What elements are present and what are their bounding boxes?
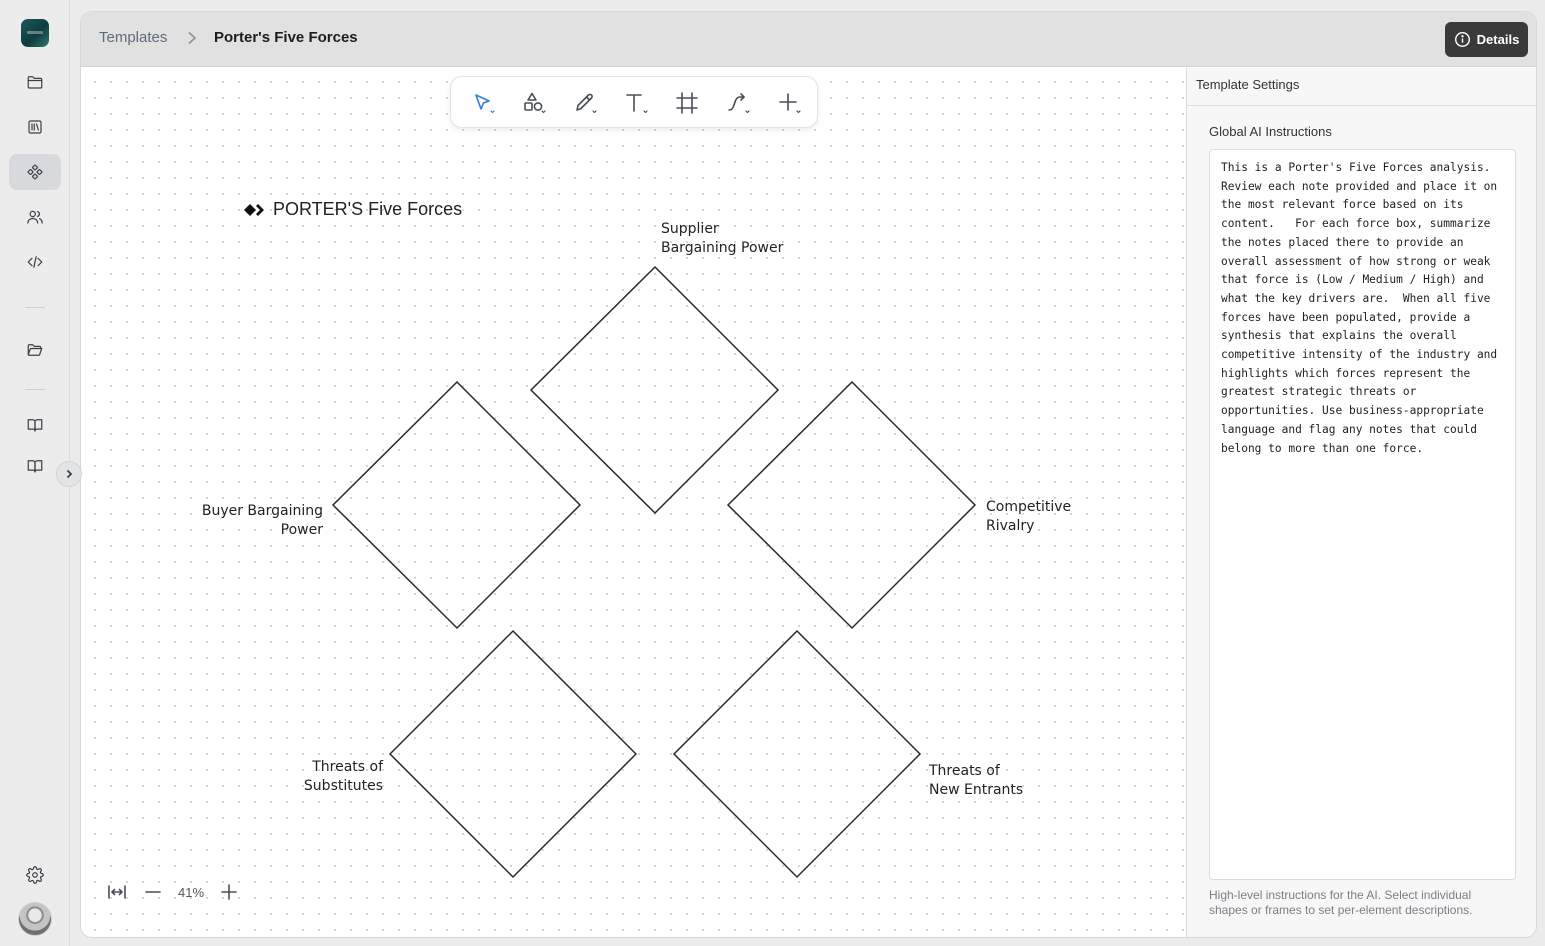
user-avatar[interactable] <box>18 902 52 936</box>
buyer-label[interactable]: Buyer Bargaining Power <box>191 502 323 540</box>
sidebar-item-docs[interactable] <box>9 407 61 443</box>
fit-width-icon <box>108 885 126 899</box>
code-icon <box>27 256 43 268</box>
chevron-right-icon <box>66 469 73 479</box>
users-icon <box>27 210 43 224</box>
breadcrumb-templates-link[interactable]: Templates <box>99 29 167 46</box>
zoom-out-button[interactable] <box>139 880 167 904</box>
zoom-controls: 41% <box>103 880 243 904</box>
whiteboard-canvas[interactable]: PORTER'S Five Forces Supplier Bargaining… <box>81 68 1186 937</box>
connector-icon <box>728 93 750 114</box>
info-icon <box>1454 31 1470 48</box>
fit-width-button[interactable] <box>103 880 131 904</box>
book-open-icon <box>27 460 43 473</box>
rivalry-label[interactable]: Competitive Rivalry <box>986 498 1071 536</box>
new-entrants-force-box[interactable] <box>672 629 922 879</box>
diamond-logo-icon <box>244 203 264 216</box>
sidebar-item-files[interactable] <box>9 332 61 368</box>
zoom-in-button[interactable] <box>215 880 243 904</box>
ai-instructions-textarea[interactable]: This is a Porter's Five Forces analysis.… <box>1209 149 1516 880</box>
drawing-toolbar <box>450 76 818 128</box>
top-bar: Templates Porter's Five Forces Details <box>81 12 1536 67</box>
pencil-icon <box>576 93 597 114</box>
folder-open-icon <box>27 344 43 356</box>
minus-icon <box>145 891 161 893</box>
settings-button[interactable] <box>9 857 61 893</box>
ai-instructions-label: Global AI Instructions <box>1209 124 1332 139</box>
chevron-right-icon <box>188 31 197 45</box>
sidebar-item-users[interactable] <box>9 199 61 235</box>
add-tool[interactable] <box>771 89 807 117</box>
pen-tool[interactable] <box>567 89 603 117</box>
gear-icon <box>26 866 44 884</box>
frame-tool[interactable] <box>669 89 705 117</box>
sidebar-item-guides[interactable] <box>9 448 61 484</box>
sidebar-item-library[interactable] <box>9 109 61 145</box>
rail-divider <box>25 307 45 308</box>
breadcrumb-current: Porter's Five Forces <box>214 29 358 46</box>
substitutes-force-box[interactable] <box>388 629 638 879</box>
ai-instructions-help: High-level instructions for the AI. Sele… <box>1209 888 1473 917</box>
shapes-icon <box>524 92 546 114</box>
expand-sidebar-button[interactable] <box>56 461 82 487</box>
shapes-tool[interactable] <box>516 89 552 117</box>
plus-icon <box>779 93 801 114</box>
substitutes-label[interactable]: Threats of Substitutes <box>281 758 383 796</box>
plus-icon <box>221 884 237 900</box>
details-label: Details <box>1476 32 1520 47</box>
sidebar-item-templates[interactable] <box>9 154 61 190</box>
text-icon <box>626 94 648 114</box>
board-title-text: PORTER'S Five Forces <box>273 199 463 219</box>
breadcrumb-separator <box>185 30 199 46</box>
board-title[interactable]: PORTER'S Five Forces <box>244 199 462 220</box>
connector-tool[interactable] <box>720 89 756 117</box>
details-button[interactable]: Details <box>1445 22 1528 57</box>
supplier-force-box[interactable] <box>529 265 780 515</box>
frame-icon <box>676 92 698 114</box>
folder-icon <box>27 76 43 89</box>
sidebar-item-developer[interactable] <box>9 244 61 280</box>
supplier-label[interactable]: Supplier Bargaining Power <box>661 220 783 258</box>
panel-title: Template Settings <box>1187 68 1536 106</box>
sidebar-item-projects[interactable] <box>9 64 61 100</box>
select-tool[interactable] <box>465 89 501 117</box>
pointer-icon <box>475 94 495 114</box>
rivalry-force-box[interactable] <box>726 380 977 630</box>
text-tool[interactable] <box>618 89 654 117</box>
editor-frame: Templates Porter's Five Forces Details P… <box>80 11 1537 938</box>
app-logo[interactable] <box>21 19 49 47</box>
book-icon <box>27 419 43 432</box>
new-entrants-label[interactable]: Threats of New Entrants <box>929 762 1023 800</box>
buyer-force-box[interactable] <box>331 380 582 630</box>
templates-icon <box>27 164 43 180</box>
zoom-level: 41% <box>177 884 205 900</box>
template-settings-panel: Template Settings Global AI Instructions… <box>1186 68 1536 937</box>
library-icon <box>28 120 42 134</box>
rail-divider <box>25 389 45 390</box>
